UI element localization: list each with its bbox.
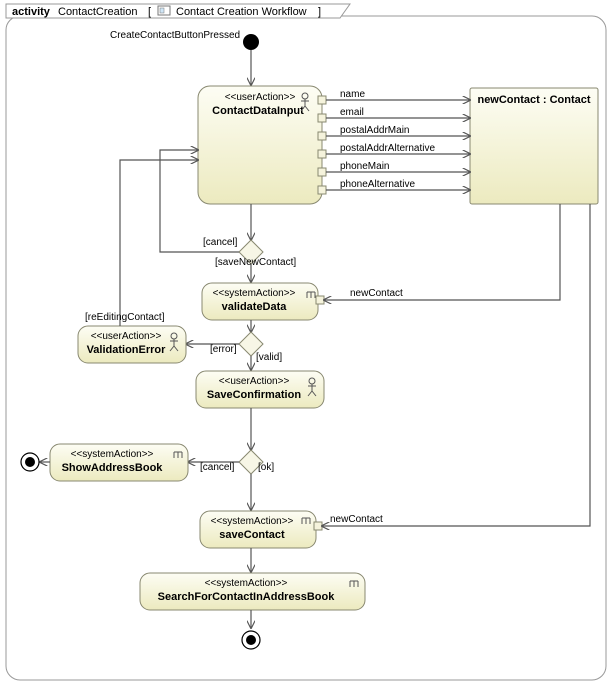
frame-kind: activity [12,6,51,18]
svg-text:[cancel]: [cancel] [200,462,235,473]
svg-text:<<userAction>>: <<userAction>> [91,331,162,342]
edge-newcontact-save [322,204,590,526]
svg-text:postalAddrAlternative: postalAddrAlternative [340,143,435,154]
svg-text:ValidationError: ValidationError [87,344,167,356]
activity-diagram: activity ContactCreation [ Contact Creat… [0,0,614,688]
frame-name: ContactCreation [58,6,138,18]
svg-text:saveContact: saveContact [219,529,285,541]
title-input: ContactDataInput [212,105,304,117]
frame-bracket-close: ] [318,6,321,18]
svg-text:[ok]: [ok] [258,462,274,473]
svg-text:phoneMain: phoneMain [340,161,389,172]
svg-text:[reEditingContact]: [reEditingContact] [85,312,165,323]
svg-text:[valid]: [valid] [256,352,282,363]
svg-text:SaveConfirmation: SaveConfirmation [207,389,301,401]
svg-text:newContact: newContact [330,514,383,525]
svg-text:newContact: newContact [350,288,403,299]
svg-text:postalAddrMain: postalAddrMain [340,125,409,136]
initial-node [243,34,259,50]
svg-text:validateData: validateData [222,301,288,313]
stereotype-input: <<userAction>> [225,92,296,103]
svg-text:[saveNewContact]: [saveNewContact] [215,257,296,268]
edge-newcontact-validate [324,204,560,300]
svg-text:<<userAction>>: <<userAction>> [219,376,290,387]
frame-subtitle: Contact Creation Workflow [176,6,307,18]
svg-text:<<systemAction>>: <<systemAction>> [205,578,288,589]
svg-text:email: email [340,107,364,118]
node-contactdatainput [198,86,322,204]
svg-text:SearchForContactInAddressBook: SearchForContactInAddressBook [158,591,336,603]
title-object: newContact : Contact [477,94,590,106]
svg-text:[cancel]: [cancel] [203,237,238,248]
svg-text:ShowAddressBook: ShowAddressBook [62,462,164,474]
svg-text:<<systemAction>>: <<systemAction>> [211,516,294,527]
edge-reedit-loop [120,160,198,326]
svg-text:phoneAlternative: phoneAlternative [340,179,415,190]
svg-text:<<systemAction>>: <<systemAction>> [213,288,296,299]
svg-text:<<systemAction>>: <<systemAction>> [71,449,154,460]
svg-text:[error]: [error] [210,344,237,355]
initial-label: CreateContactButtonPressed [110,30,240,41]
svg-text:name: name [340,89,365,100]
frame-bracket-open: [ [148,6,151,18]
